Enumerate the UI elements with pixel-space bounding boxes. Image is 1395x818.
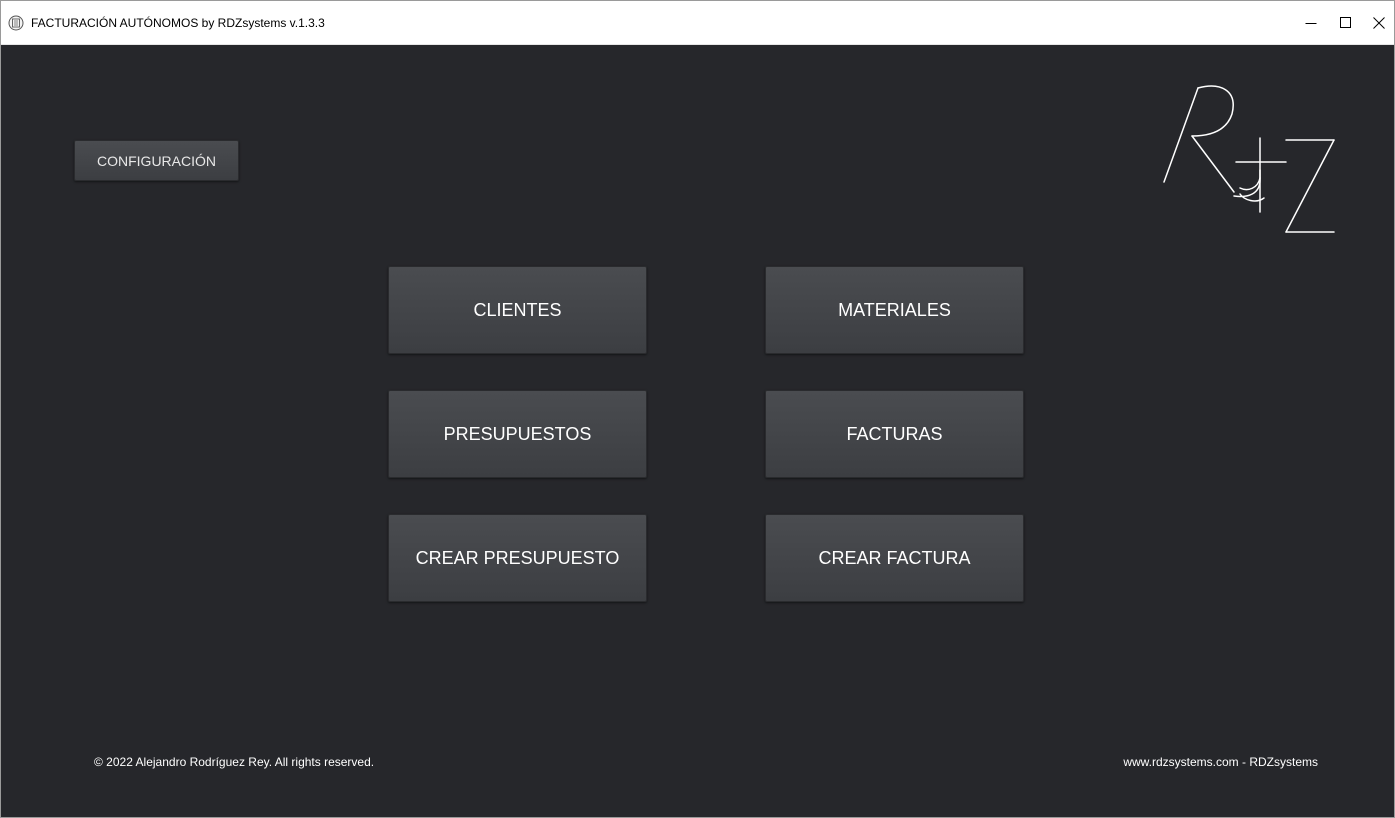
presupuestos-button[interactable]: PRESUPUESTOS	[388, 390, 647, 478]
copyright-text: © 2022 Alejandro Rodríguez Rey. All righ…	[94, 755, 375, 769]
minimize-icon	[1305, 23, 1317, 24]
crear-presupuesto-button[interactable]: CREAR PRESUPUESTO	[388, 514, 647, 602]
materiales-button[interactable]: MATERIALES	[765, 266, 1024, 354]
main-panel: CONFIGURACIÓN CLIENTES MATERIALES PRESUP…	[1, 45, 1394, 817]
app-icon	[8, 15, 24, 31]
app-window: FACTURACIÓN AUTÓNOMOS by RDZsystems v.1.…	[0, 0, 1395, 818]
website-text: www.rdzsystems.com - RDZsystems	[1123, 755, 1318, 769]
clientes-button[interactable]: CLIENTES	[388, 266, 647, 354]
rdz-logo	[1156, 80, 1346, 240]
crear-factura-button[interactable]: CREAR FACTURA	[765, 514, 1024, 602]
title-bar[interactable]: FACTURACIÓN AUTÓNOMOS by RDZsystems v.1.…	[1, 1, 1394, 45]
configuracion-button[interactable]: CONFIGURACIÓN	[74, 140, 239, 181]
close-button[interactable]	[1356, 1, 1395, 45]
close-icon	[1373, 17, 1385, 29]
window-title: FACTURACIÓN AUTÓNOMOS by RDZsystems v.1.…	[31, 16, 325, 30]
facturas-button[interactable]: FACTURAS	[765, 390, 1024, 478]
maximize-icon	[1340, 17, 1351, 28]
